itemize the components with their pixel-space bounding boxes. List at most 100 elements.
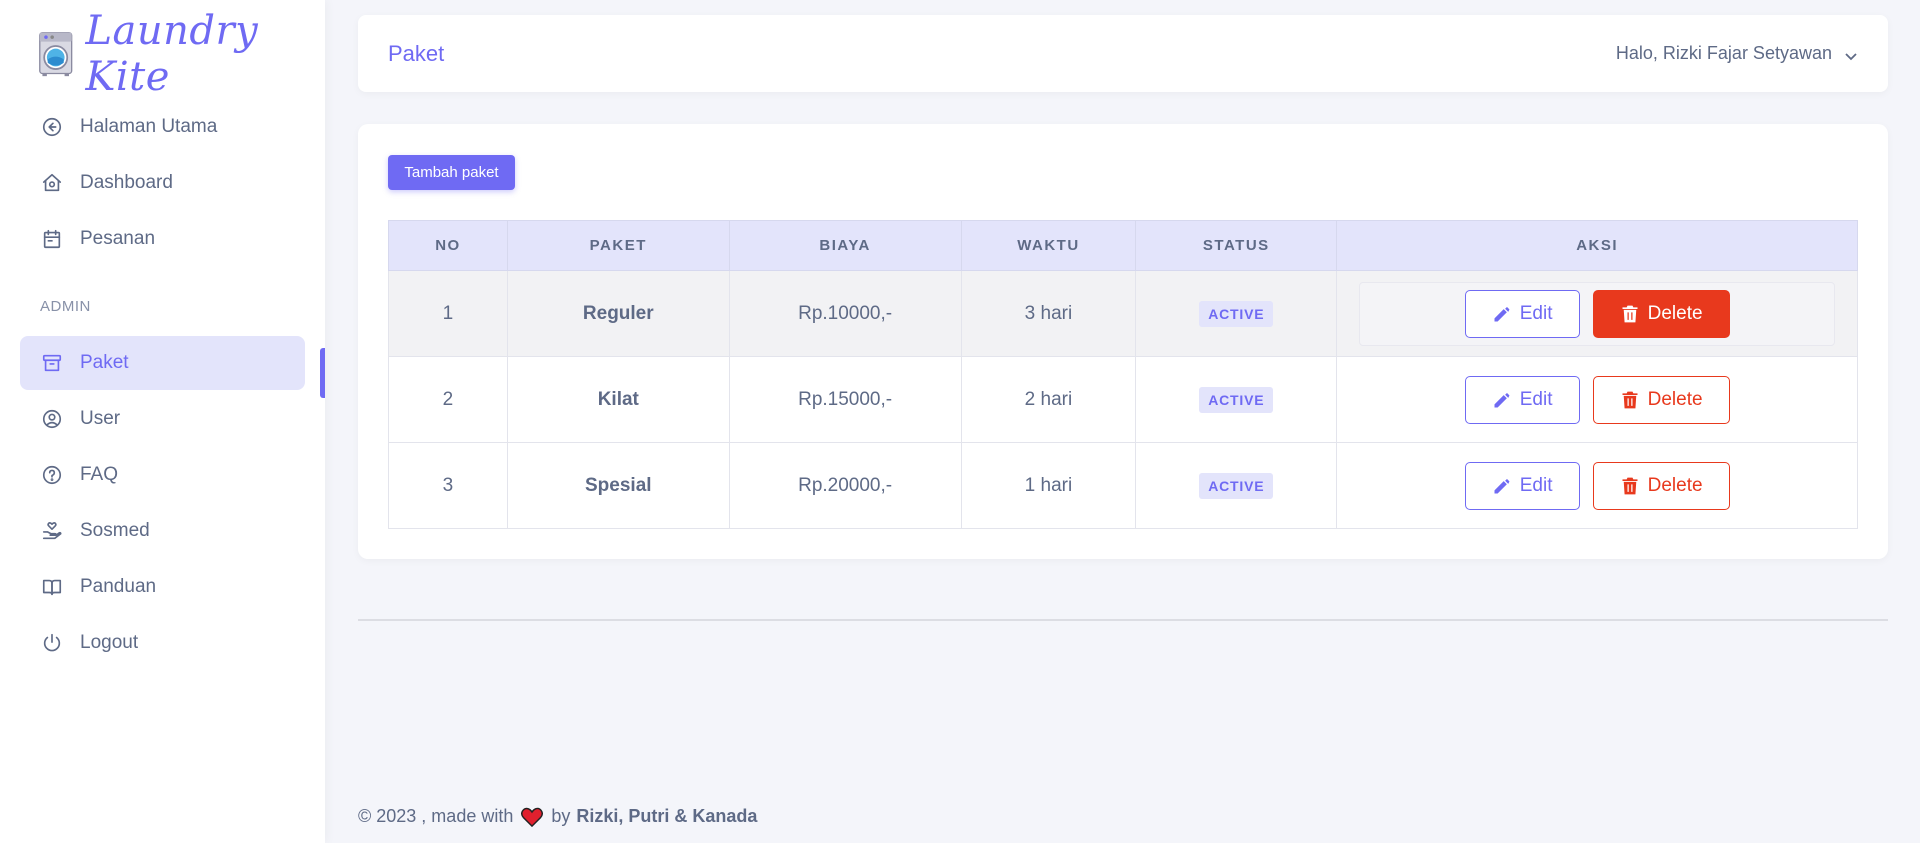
cell-waktu: 2 hari — [960, 356, 1137, 443]
sidebar-item-label: Dashboard — [80, 172, 173, 193]
sidebar-item-user[interactable]: User — [20, 392, 305, 446]
footer-by: by — [551, 806, 571, 826]
user-circle-icon — [40, 407, 64, 431]
power-icon — [40, 631, 64, 655]
sidebar-item-dashboard[interactable]: Dashboard — [20, 156, 305, 210]
book-open-icon — [40, 575, 64, 599]
table-row: 3 Spesial Rp.20000,- 1 hari ACTIVE Edit … — [388, 442, 1858, 529]
edit-label: Edit — [1519, 388, 1553, 410]
user-menu[interactable]: Halo, Rizki Fajar Setyawan — [1616, 43, 1858, 64]
sidebar-item-sosmed[interactable]: Sosmed — [20, 504, 305, 558]
cell-no: 1 — [388, 270, 508, 357]
sidebar-item-label: Paket — [80, 352, 129, 373]
cell-waktu: 1 hari — [960, 442, 1137, 529]
sidebar-item-pesanan[interactable]: Pesanan — [20, 212, 305, 266]
package-table: NO PAKET BIAYA WAKTU STATUS AKSI 1 Regul… — [388, 220, 1858, 529]
cell-waktu: 3 hari — [960, 270, 1137, 357]
delete-button[interactable]: Delete — [1592, 289, 1730, 338]
add-package-button[interactable]: Tambah paket — [388, 155, 515, 190]
arrow-left-circle-icon — [40, 115, 64, 139]
home-icon — [40, 171, 64, 195]
sidebar-item-panduan[interactable]: Panduan — [20, 560, 305, 614]
cell-paket: Reguler — [506, 270, 730, 357]
active-nav-indicator — [320, 348, 325, 398]
table-header-row: NO PAKET BIAYA WAKTU STATUS AKSI — [388, 220, 1858, 271]
sidebar-item-label: User — [80, 408, 121, 429]
cell-paket: Kilat — [506, 356, 730, 443]
action-group: Edit Delete — [1359, 281, 1835, 346]
trash-icon — [1622, 305, 1638, 322]
sidebar-nav: Halaman Utama Dashboard Pesanan ADMIN Pa… — [20, 100, 305, 672]
chevron-down-icon — [1844, 47, 1858, 61]
sidebar-item-halaman-utama[interactable]: Halaman Utama — [20, 100, 305, 154]
page-title: Paket — [388, 40, 445, 66]
table-row: 2 Kilat Rp.15000,- 2 hari ACTIVE Edit De… — [388, 356, 1858, 443]
edit-label: Edit — [1519, 474, 1553, 496]
sidebar-item-faq[interactable]: FAQ — [20, 448, 305, 502]
cell-aksi: Edit Delete — [1336, 442, 1858, 529]
sidebar-item-paket[interactable]: Paket — [20, 336, 305, 390]
cell-paket: Spesial — [506, 442, 730, 529]
paket-card: Tambah paket NO PAKET BIAYA WAKTU STATUS… — [358, 124, 1888, 559]
column-header-paket: PAKET — [506, 220, 730, 271]
delete-label: Delete — [1647, 302, 1703, 324]
sidebar-item-label: Panduan — [80, 576, 157, 597]
cell-status: ACTIVE — [1135, 442, 1338, 529]
cell-no: 3 — [388, 442, 508, 529]
status-badge: ACTIVE — [1199, 300, 1274, 327]
sidebar-item-label: Logout — [80, 632, 139, 653]
pencil-icon — [1494, 478, 1510, 493]
sidebar-item-logout[interactable]: Logout — [20, 616, 305, 670]
delete-label: Delete — [1647, 474, 1703, 496]
cell-status: ACTIVE — [1135, 270, 1338, 357]
sidebar: Laundry Kite Halaman Utama Dashboard Pes… — [0, 0, 325, 843]
brand-name: Laundry Kite — [85, 8, 259, 100]
table-row: 1 Reguler Rp.10000,- 3 hari ACTIVE Edit … — [388, 270, 1858, 357]
delete-button[interactable]: Delete — [1592, 461, 1730, 510]
cell-biaya: Rp.10000,- — [728, 270, 962, 357]
delete-label: Delete — [1647, 388, 1703, 410]
column-header-no: NO — [388, 220, 508, 271]
edit-button[interactable]: Edit — [1464, 461, 1580, 510]
column-header-waktu: WAKTU — [960, 220, 1137, 271]
cell-biaya: Rp.15000,- — [728, 356, 962, 443]
action-group: Edit Delete — [1337, 375, 1857, 424]
sidebar-item-label: Sosmed — [80, 520, 150, 541]
user-greeting: Halo, Rizki Fajar Setyawan — [1615, 43, 1832, 63]
edit-button[interactable]: Edit — [1464, 375, 1580, 424]
washing-machine-icon — [39, 32, 73, 77]
delete-button[interactable]: Delete — [1592, 375, 1730, 424]
pencil-icon — [1494, 392, 1510, 407]
trash-icon — [1622, 477, 1638, 494]
cell-status: ACTIVE — [1135, 356, 1338, 443]
column-header-biaya: BIAYA — [728, 220, 962, 271]
footer-prefix: © 2023 , made with — [358, 806, 514, 826]
column-header-aksi: AKSI — [1336, 220, 1858, 271]
action-group: Edit Delete — [1337, 461, 1857, 510]
hand-heart-icon — [40, 519, 64, 543]
column-header-status: STATUS — [1135, 220, 1338, 271]
cell-aksi: Edit Delete — [1336, 270, 1858, 357]
status-badge: ACTIVE — [1199, 386, 1274, 413]
pencil-icon — [1494, 306, 1510, 321]
brand[interactable]: Laundry Kite — [38, 8, 325, 100]
status-badge: ACTIVE — [1199, 472, 1274, 499]
edit-button[interactable]: Edit — [1464, 289, 1580, 338]
cell-biaya: Rp.20000,- — [728, 442, 962, 529]
archive-icon — [40, 351, 64, 375]
footer-authors: Rizki, Putri & Kanada — [576, 806, 758, 826]
footer: © 2023 , made with by Rizki, Putri & Kan… — [358, 806, 757, 827]
heart-icon — [521, 807, 544, 827]
cell-aksi: Edit Delete — [1336, 356, 1858, 443]
sidebar-section-admin: ADMIN — [40, 297, 91, 315]
trash-icon — [1622, 391, 1638, 408]
sidebar-item-label: FAQ — [80, 464, 119, 485]
content-divider — [358, 619, 1888, 621]
edit-label: Edit — [1519, 302, 1553, 324]
cell-no: 2 — [388, 356, 508, 443]
sidebar-item-label: Pesanan — [80, 228, 156, 249]
top-header: Paket Halo, Rizki Fajar Setyawan — [358, 15, 1888, 92]
sidebar-item-label: Halaman Utama — [80, 116, 218, 137]
calendar-icon — [40, 227, 64, 251]
question-circle-icon — [40, 463, 64, 487]
